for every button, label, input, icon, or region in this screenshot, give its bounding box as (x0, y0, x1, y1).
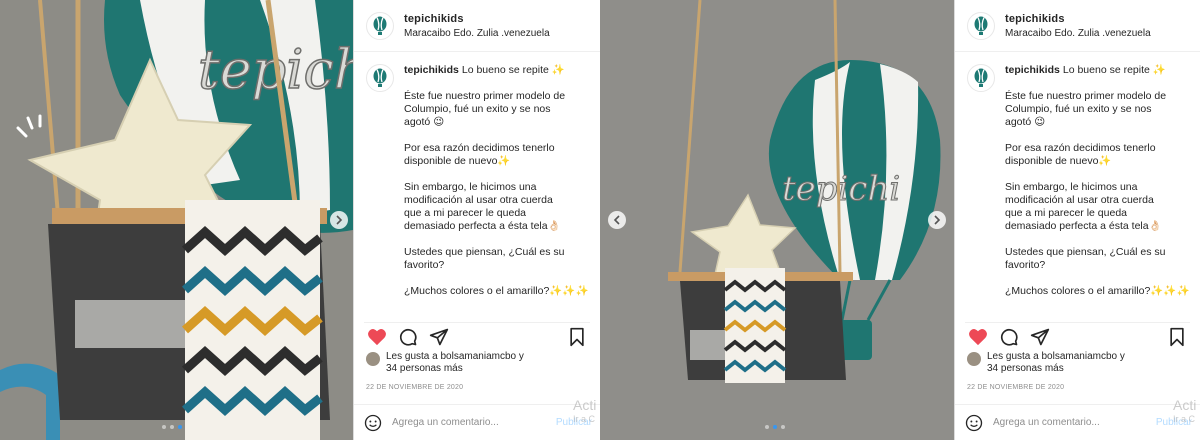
balloon-logo-icon (974, 68, 988, 87)
comment-input[interactable]: Agrega un comentario... (993, 417, 1100, 428)
likes-text[interactable]: Les gusta a bolsamaniamcbo y 34 personas… (987, 351, 1125, 375)
post-caption: tepichikids Lo bueno se repite ✨ Éste fue… (366, 64, 590, 311)
share-button[interactable] (426, 325, 452, 349)
heart-filled-icon (368, 328, 386, 345)
share-button[interactable] (1027, 325, 1053, 349)
bookmark-icon (1170, 327, 1184, 346)
save-button[interactable] (564, 325, 590, 349)
caption-text: tepichikids Lo bueno se repite ✨ Éste fue… (404, 64, 589, 311)
carousel-next-button[interactable] (330, 211, 348, 229)
caption-line: Lo bueno se repite ✨ (461, 64, 565, 76)
post-caption: tepichikids Lo bueno se repite ✨ Éste fue… (967, 64, 1190, 311)
swing-photo-closeup: tepichi (0, 0, 353, 440)
chevron-left-icon (613, 215, 620, 225)
balloon-logo-icon (373, 68, 387, 87)
caption-line: Por esa razón decidimos tenerlo disponib… (1005, 142, 1156, 167)
watermark-line: Acti (1173, 397, 1197, 413)
post-username[interactable]: tepichikids (1005, 13, 1151, 25)
activation-watermark: Acti Ir a C (573, 398, 596, 426)
carousel-dot (170, 425, 174, 429)
caption-line: Por esa razón decidimos tenerlo disponib… (404, 142, 555, 167)
post-photo-right[interactable]: tepichi (600, 0, 954, 440)
smiley-icon[interactable] (364, 414, 382, 432)
watermark-line: Acti (573, 397, 597, 413)
smiley-icon[interactable] (965, 414, 983, 432)
bookmark-icon (570, 327, 584, 346)
carousel-dots (162, 425, 182, 429)
caption-avatar[interactable] (967, 64, 995, 92)
post-date[interactable]: 22 DE NOVIEMBRE DE 2020 (967, 384, 1064, 391)
caption-line: Sin embargo, le hicimos una modificación… (1005, 181, 1162, 232)
caption-line: ¿Muchos colores o el amarillo?✨✨✨ (404, 285, 589, 297)
caption-line: Éste fue nuestro primer modelo de Colump… (404, 90, 566, 128)
post-username[interactable]: tepichikids (404, 13, 550, 25)
post-photo-left[interactable]: tepichi (0, 0, 353, 440)
comment-button[interactable] (996, 325, 1022, 349)
post-panel-right: tepichi tepichikids Maracaibo Edo. Zulia… (600, 0, 1200, 440)
caption-line: Ustedes que piensan, ¿Cuál es su favorit… (1005, 246, 1166, 271)
swing-photo-wide: tepichi (600, 0, 954, 440)
balloon-logo-icon (974, 16, 988, 35)
activation-watermark: Acti Ir a C (1173, 398, 1196, 426)
post-date[interactable]: 22 DE NOVIEMBRE DE 2020 (366, 384, 463, 391)
action-bar (965, 322, 1190, 350)
heart-filled-icon (969, 328, 987, 345)
paper-plane-icon (429, 328, 449, 345)
caption-line: Ustedes que piensan, ¿Cuál es su favorit… (404, 246, 565, 271)
avatar[interactable] (366, 11, 394, 40)
chevron-right-icon (336, 215, 343, 225)
like-button[interactable] (364, 325, 390, 349)
carousel-dot (162, 425, 166, 429)
caption-line: Sin embargo, le hicimos una modificación… (404, 181, 561, 232)
carousel-dot (781, 425, 785, 429)
comment-input[interactable]: Agrega un comentario... (392, 417, 499, 428)
liker-avatar[interactable] (366, 352, 380, 366)
post-panel-left: tepichikids Maracaibo Edo. Zulia .venezu… (0, 0, 600, 440)
carousel-prev-button[interactable] (608, 211, 626, 229)
likes-row: Les gusta a bolsamaniamcbo y 34 personas… (366, 351, 592, 375)
avatar[interactable] (967, 11, 995, 40)
like-button[interactable] (965, 325, 991, 349)
post-location[interactable]: Maracaibo Edo. Zulia .venezuela (404, 28, 550, 39)
carousel-dot-active (178, 425, 182, 429)
likes-text[interactable]: Les gusta a bolsamaniamcbo y 34 personas… (386, 351, 524, 375)
action-bar (364, 322, 590, 350)
carousel-dot-active (773, 425, 777, 429)
comment-bubble-icon (1000, 328, 1018, 346)
watermark-line: Ir a C (573, 414, 596, 424)
post-sidebar-right: tepichikids Maracaibo Edo. Zulia .venezu… (954, 0, 1200, 440)
comment-button[interactable] (395, 325, 421, 349)
chevron-right-icon (934, 215, 941, 225)
paper-plane-icon (1030, 328, 1050, 345)
watermark-line: Ir a C (1173, 414, 1196, 424)
comment-bubble-icon (399, 328, 417, 346)
caption-line: Éste fue nuestro primer modelo de Colump… (1005, 90, 1167, 128)
post-location[interactable]: Maracaibo Edo. Zulia .venezuela (1005, 28, 1151, 39)
post-sidebar-left: tepichikids Maracaibo Edo. Zulia .venezu… (353, 0, 600, 440)
comment-box: Agrega un comentario... Publicar (354, 404, 600, 440)
likes-row: Les gusta a bolsamaniamcbo y 34 personas… (967, 351, 1192, 375)
caption-text: tepichikids Lo bueno se repite ✨ Éste fue… (1005, 64, 1190, 311)
carousel-next-button[interactable] (928, 211, 946, 229)
save-button[interactable] (1164, 325, 1190, 349)
post-header: tepichikids Maracaibo Edo. Zulia .venezu… (955, 0, 1200, 52)
carousel-dot (765, 425, 769, 429)
carousel-dots (765, 425, 785, 429)
caption-username[interactable]: tepichikids (1005, 64, 1060, 76)
photo-logo-text: tepichi (782, 169, 900, 209)
caption-avatar[interactable] (366, 64, 394, 92)
caption-line: Lo bueno se repite ✨ (1062, 64, 1166, 76)
caption-line: ¿Muchos colores o el amarillo?✨✨✨ (1005, 285, 1190, 297)
liker-avatar[interactable] (967, 352, 981, 366)
screenshot-stage: tepichikids Maracaibo Edo. Zulia .venezu… (0, 0, 1200, 440)
caption-username[interactable]: tepichikids (404, 64, 459, 76)
comment-box: Agrega un comentario... Publicar (955, 404, 1200, 440)
balloon-logo-icon (373, 16, 387, 35)
post-header: tepichikids Maracaibo Edo. Zulia .venezu… (354, 0, 600, 52)
